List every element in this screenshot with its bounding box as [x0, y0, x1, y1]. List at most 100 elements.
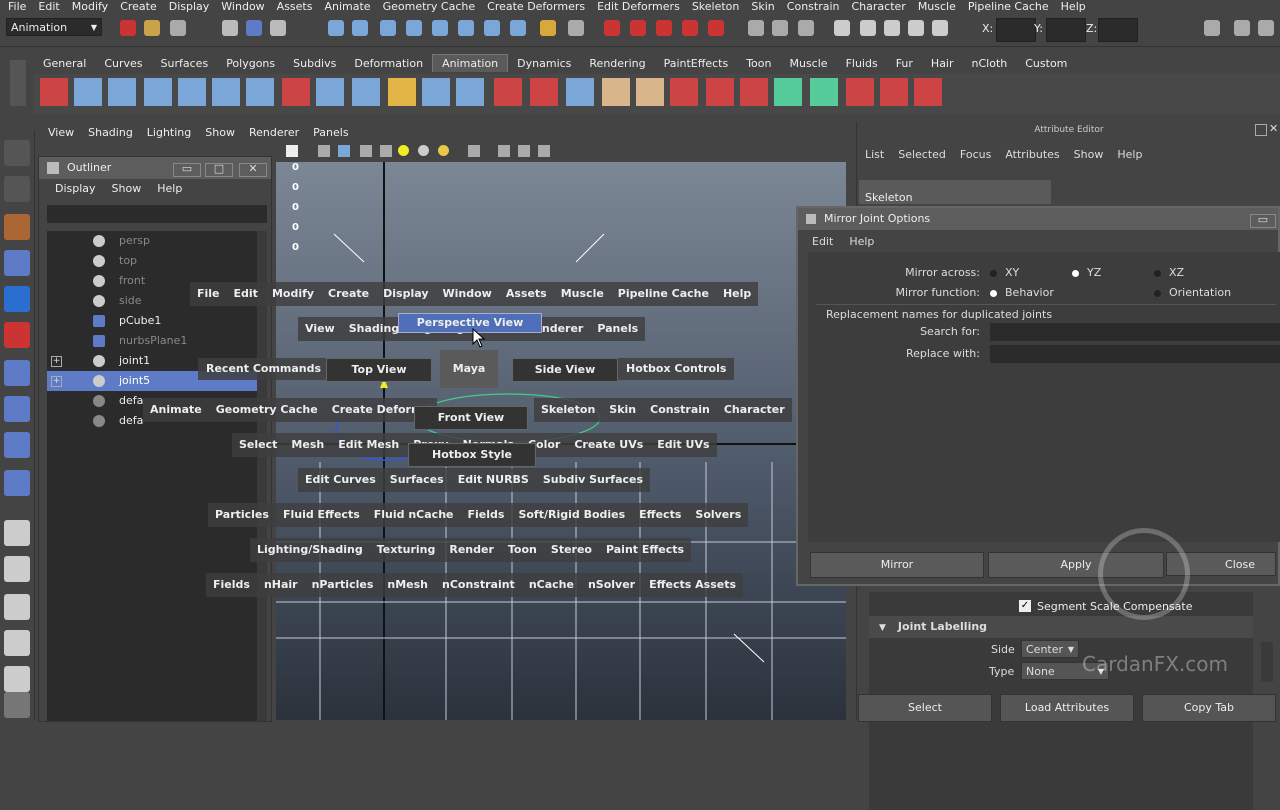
hb-skeleton[interactable]: Skeleton: [534, 398, 602, 422]
snap-surface-icon[interactable]: [432, 20, 448, 36]
hb-fluid-effects[interactable]: Fluid Effects: [276, 503, 367, 527]
insert-joint-icon[interactable]: [316, 78, 344, 106]
vp-menu-view[interactable]: View: [48, 126, 74, 139]
hb-nparticles[interactable]: nParticles: [305, 573, 381, 597]
tab-muscle[interactable]: Muscle: [780, 55, 836, 72]
hb-edit-curves[interactable]: Edit Curves: [298, 468, 383, 492]
top-view-item[interactable]: Top View: [326, 358, 432, 382]
select-object-icon[interactable]: [246, 20, 262, 36]
lattice-icon[interactable]: [670, 78, 698, 106]
hb-view[interactable]: View: [298, 317, 342, 341]
radio-orientation[interactable]: Orientation: [1154, 286, 1231, 299]
attr-scrollbar[interactable]: [1261, 642, 1273, 682]
hb-window[interactable]: Window: [436, 282, 499, 306]
render-settings-icon[interactable]: [798, 20, 814, 36]
paint-icon[interactable]: [740, 78, 768, 106]
attr-menu-list[interactable]: List: [865, 148, 884, 161]
bind-skin-icon[interactable]: [388, 78, 416, 106]
toggle-attr-icon[interactable]: [1258, 20, 1274, 36]
attr-menu-attributes[interactable]: Attributes: [1005, 148, 1059, 161]
hb-modify[interactable]: Modify: [265, 282, 321, 306]
menu-geometry-cache[interactable]: Geometry Cache: [383, 0, 476, 14]
hb-nhair[interactable]: nHair: [257, 573, 305, 597]
mirror-button[interactable]: Mirror: [810, 552, 984, 578]
paint-weights-icon[interactable]: [422, 78, 450, 106]
mode-selector[interactable]: Animation ▼: [6, 18, 102, 36]
radio-xy[interactable]: XY: [990, 266, 1019, 279]
tab-painteffects[interactable]: PaintEffects: [655, 55, 738, 72]
aim-constraint-icon[interactable]: [494, 78, 522, 106]
menu-pipeline-cache[interactable]: Pipeline Cache: [968, 0, 1049, 14]
vp-menu-renderer[interactable]: Renderer: [249, 126, 299, 139]
menu-character[interactable]: Character: [852, 0, 906, 14]
tab-fur[interactable]: Fur: [887, 55, 922, 72]
outliner-menu-show[interactable]: Show: [112, 179, 142, 199]
magnet-icon[interactable]: [604, 20, 620, 36]
hb-shading[interactable]: Shading: [342, 317, 407, 341]
face-icon[interactable]: [602, 78, 630, 106]
hb-muscle[interactable]: Muscle: [554, 282, 611, 306]
hb-display[interactable]: Display: [376, 282, 435, 306]
maximize-icon[interactable]: □: [205, 163, 233, 177]
attr-menu-help[interactable]: Help: [1117, 148, 1142, 161]
locator-icon[interactable]: [774, 78, 802, 106]
render-current-icon[interactable]: [748, 20, 764, 36]
radio-behavior[interactable]: Behavior: [990, 286, 1054, 299]
tab-curves[interactable]: Curves: [95, 55, 151, 72]
layout-outliner-icon[interactable]: [4, 594, 30, 620]
maya-center-item[interactable]: Maya: [440, 350, 498, 388]
pole-vector-icon[interactable]: [566, 78, 594, 106]
y-coord-field[interactable]: [1046, 18, 1086, 42]
character-icon[interactable]: [144, 78, 172, 106]
hb-select[interactable]: Select: [232, 433, 284, 457]
open-scene-icon[interactable]: [144, 20, 160, 36]
channel-box-icon[interactable]: [860, 20, 876, 36]
vp-menu-show[interactable]: Show: [205, 126, 235, 139]
float-icon[interactable]: [1255, 124, 1267, 136]
perspective-view-item[interactable]: Perspective View: [398, 313, 542, 333]
texture-icon[interactable]: [286, 145, 298, 157]
tab-polygons[interactable]: Polygons: [217, 55, 284, 72]
x-coord-field[interactable]: [996, 18, 1036, 42]
hb-subdiv-surfaces[interactable]: Subdiv Surfaces: [536, 468, 650, 492]
input-ops-icon[interactable]: [484, 20, 500, 36]
menu-skin[interactable]: Skin: [751, 0, 774, 14]
tab-deformation[interactable]: Deformation: [345, 55, 432, 72]
history-icon[interactable]: [458, 20, 474, 36]
hotbox-controls-item[interactable]: Hotbox Controls: [618, 358, 735, 380]
constraint-icon[interactable]: [456, 78, 484, 106]
tab-rendering[interactable]: Rendering: [580, 55, 654, 72]
layout-four-icon[interactable]: [4, 556, 30, 582]
menu-modify[interactable]: Modify: [72, 0, 108, 14]
skeleton-icon[interactable]: [178, 78, 206, 106]
layout-graph-icon[interactable]: [4, 630, 30, 656]
shelf-script-b-icon[interactable]: [880, 78, 908, 106]
magnet-view-icon[interactable]: [682, 20, 698, 36]
joint-labelling-header[interactable]: ▼ Joint Labelling: [869, 616, 1253, 638]
tab-dynamics[interactable]: Dynamics: [508, 55, 580, 72]
snap-curve-icon[interactable]: [352, 20, 368, 36]
menu-display[interactable]: Display: [169, 0, 210, 14]
new-scene-icon[interactable]: [120, 20, 136, 36]
hb-fields[interactable]: Fields: [461, 503, 512, 527]
last-tool-icon[interactable]: [4, 470, 30, 496]
toggle-panel-icon[interactable]: [1204, 20, 1220, 36]
menu-constrain[interactable]: Constrain: [787, 0, 840, 14]
select-tool-icon[interactable]: [4, 140, 30, 166]
hb-edit-uvs[interactable]: Edit UVs: [650, 433, 716, 457]
select-lock-icon[interactable]: [568, 20, 584, 36]
magnet-point-icon[interactable]: [656, 20, 672, 36]
list-item[interactable]: top: [47, 251, 257, 271]
menu-help[interactable]: Help: [1061, 0, 1086, 14]
smooth-shade-icon[interactable]: [338, 145, 350, 157]
hb-nfields[interactable]: Fields: [206, 573, 257, 597]
tool-settings-icon[interactable]: [908, 20, 924, 36]
menu-file[interactable]: File: [8, 0, 26, 14]
wire-on-shaded-icon[interactable]: [360, 145, 372, 157]
minimize-icon[interactable]: ▭: [173, 163, 201, 177]
select-button[interactable]: Select: [858, 694, 992, 722]
hb-toon[interactable]: Toon: [501, 538, 544, 562]
menu-skeleton[interactable]: Skeleton: [692, 0, 740, 14]
snap-grid-icon[interactable]: [328, 20, 344, 36]
outliner-filter-field[interactable]: [47, 205, 267, 223]
